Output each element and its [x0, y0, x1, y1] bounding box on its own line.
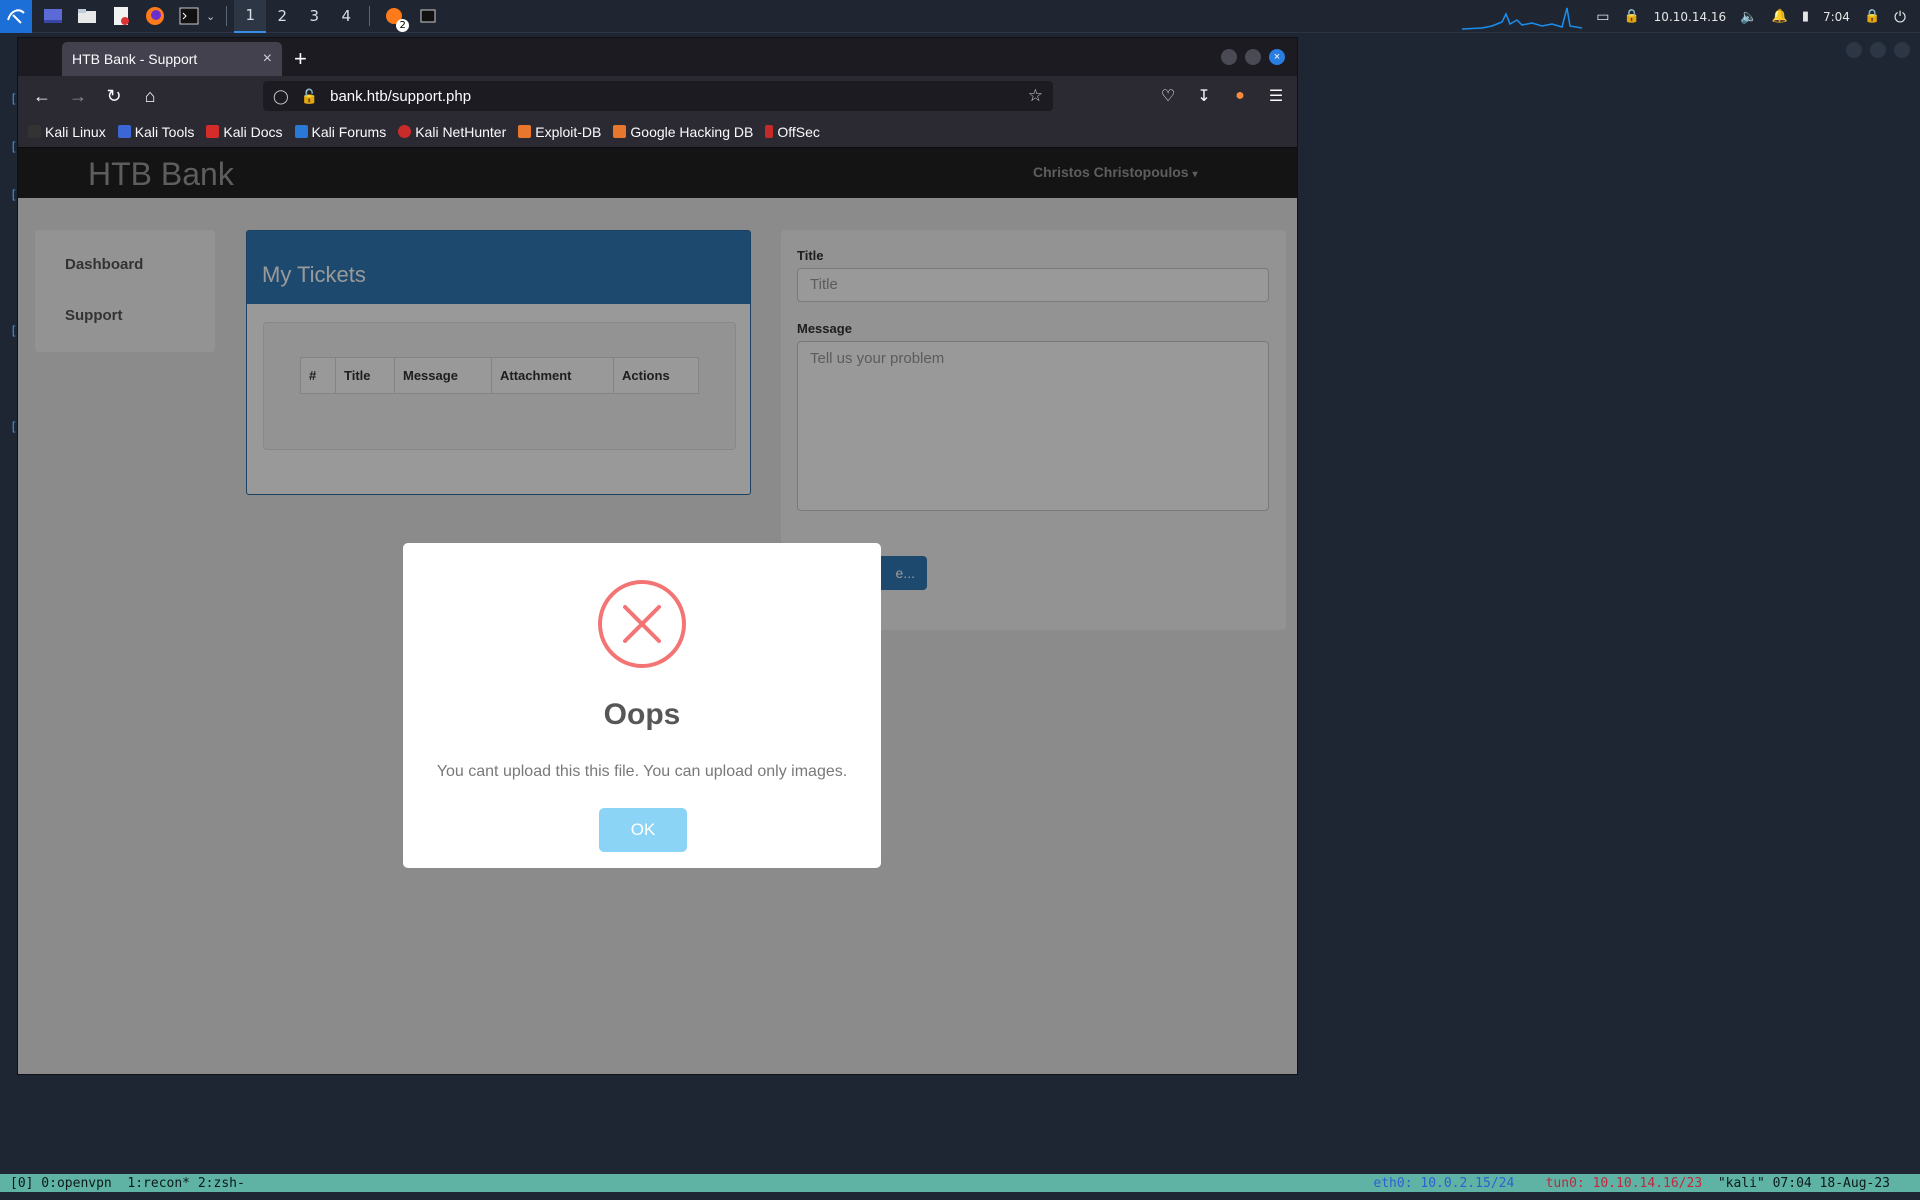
separator [369, 6, 371, 26]
workspace-3[interactable]: 3 [298, 0, 330, 33]
kali-menu-icon[interactable] [0, 0, 32, 33]
clock: 7:04 [1822, 9, 1850, 24]
error-x-icon [598, 580, 686, 668]
workspace-2[interactable]: 2 [266, 0, 298, 33]
bookmarks-toolbar: Kali Linux Kali Tools Kali Docs Kali For… [18, 116, 1297, 148]
bookmark-kali-docs[interactable]: Kali Docs [206, 124, 283, 140]
ip-address: 10.10.14.16 [1653, 9, 1727, 24]
show-desktop-icon[interactable] [41, 4, 65, 28]
tmux-windows: [0] 0:openvpn 1:recon* 2:zsh- [10, 1175, 245, 1191]
new-tab-icon[interactable]: + [294, 46, 307, 72]
shield-icon[interactable]: ◯ [273, 88, 289, 105]
dialog-title: Oops [603, 698, 681, 731]
browser-titlebar: HTB Bank - Support × + × [18, 38, 1297, 76]
tun-ip: 10.10.14.16/23 [1592, 1175, 1703, 1191]
tun-label: tun0: [1545, 1175, 1585, 1191]
kali-tools-icon [117, 125, 131, 138]
forward-arrow-icon[interactable]: → [60, 80, 96, 112]
bookmark-kali-forums[interactable]: Kali Forums [294, 124, 386, 140]
volume-icon[interactable]: 🔈 [1740, 9, 1757, 25]
bookmark-kali-linux[interactable]: Kali Linux [28, 124, 106, 140]
workspace-1[interactable]: 1 [234, 0, 267, 33]
web-page: HTB Bank Christos Christopoulos ▾ Dashbo… [18, 148, 1297, 1074]
url-bar[interactable]: ◯ 🔓 bank.htb/support.php ☆ [263, 81, 1053, 111]
firefox-icon[interactable] [143, 4, 167, 28]
kali-dragon-icon [28, 125, 41, 138]
workspace-4[interactable]: 4 [330, 0, 362, 33]
exploit-db-icon [518, 125, 532, 138]
battery-icon[interactable]: ▮ [1802, 9, 1809, 24]
eth-label: eth0: [1373, 1175, 1413, 1191]
file-manager-icon[interactable] [75, 4, 99, 28]
bookmark-offsec[interactable]: OffSec [765, 124, 820, 140]
tmux-status-bar: [0] 0:openvpn 1:recon* 2:zsh- eth0: 10.0… [0, 1174, 1920, 1192]
text-editor-icon[interactable] [109, 4, 133, 28]
tab-htb-bank-support[interactable]: HTB Bank - Support × [62, 42, 282, 76]
kali-forums-icon [294, 125, 308, 138]
chevron-down-icon[interactable]: ⌄ [206, 10, 215, 23]
background-window-controls [1846, 42, 1910, 58]
reload-icon[interactable]: ↻ [96, 80, 132, 112]
bookmark-exploit-db[interactable]: Exploit-DB [518, 124, 601, 140]
desktop-taskbar: ⌄ 1 2 3 4 2 ▭ 🔒 10.10.14.16 🔈 🔔 ▮ 7:04 🔒… [0, 0, 1920, 33]
bookmark-google-hacking-db[interactable]: Google Hacking DB [613, 124, 753, 140]
display-icon[interactable]: ▭ [1596, 9, 1609, 25]
bookmark-kali-nethunter[interactable]: Kali NetHunter [398, 124, 506, 140]
network-activity-graph [1462, 7, 1583, 30]
kali-docs-icon [206, 125, 220, 138]
close-tab-icon[interactable]: × [263, 50, 272, 68]
hamburger-menu-icon[interactable]: ☰ [1265, 80, 1287, 112]
window-controls: × [1221, 49, 1285, 65]
power-icon[interactable]: ⏻ [1894, 8, 1906, 26]
nethunter-icon [398, 125, 412, 138]
extension-fox-icon[interactable]: ● [1229, 80, 1251, 112]
pocket-icon[interactable]: ♡ [1157, 80, 1179, 112]
ok-button[interactable]: OK [599, 808, 687, 852]
lock-screen-icon[interactable]: 🔒 [1864, 9, 1880, 24]
error-dialog: Oops You cant upload this this file. You… [403, 543, 881, 868]
eth-ip: 10.0.2.15/24 [1420, 1175, 1515, 1191]
bookmark-star-icon[interactable]: ☆ [1028, 86, 1043, 106]
separator [226, 6, 228, 26]
tmux-host-time: "kali" 07:04 18-Aug-23 [1717, 1175, 1890, 1191]
tab-title: HTB Bank - Support [72, 51, 198, 67]
terminal-window-icon[interactable] [416, 4, 440, 28]
home-icon[interactable]: ⌂ [132, 80, 168, 112]
dialog-message: You cant upload this this file. You can … [436, 763, 848, 780]
vpn-lock-icon: 🔒 [1623, 9, 1640, 24]
terminal-icon[interactable] [177, 4, 201, 28]
close-window-button[interactable]: × [1269, 49, 1285, 65]
download-icon[interactable]: ↧ [1193, 80, 1215, 112]
maximize-button[interactable] [1245, 49, 1261, 65]
window-count-badge: 2 [396, 19, 410, 32]
bookmark-kali-tools[interactable]: Kali Tools [117, 124, 194, 140]
tmux-right-status: eth0: 10.0.2.15/24 tun0: 10.10.14.16/23 … [1373, 1176, 1890, 1191]
browser-window: HTB Bank - Support × + × ← → ↻ ⌂ ◯ 🔓 bank… [17, 37, 1298, 1075]
offsec-icon [765, 125, 774, 138]
firefox-window-icon[interactable]: 2 [382, 4, 410, 32]
ghdb-icon [613, 125, 627, 138]
notification-bell-icon[interactable]: 🔔 [1772, 9, 1788, 24]
insecure-lock-icon[interactable]: 🔓 [301, 88, 318, 105]
url-text[interactable]: bank.htb/support.php [330, 88, 1028, 105]
minimize-button[interactable] [1221, 49, 1237, 65]
back-arrow-icon[interactable]: ← [24, 80, 60, 112]
browser-navbar: ← → ↻ ⌂ ◯ 🔓 bank.htb/support.php ☆ ♡ ↧ ● … [18, 76, 1297, 116]
